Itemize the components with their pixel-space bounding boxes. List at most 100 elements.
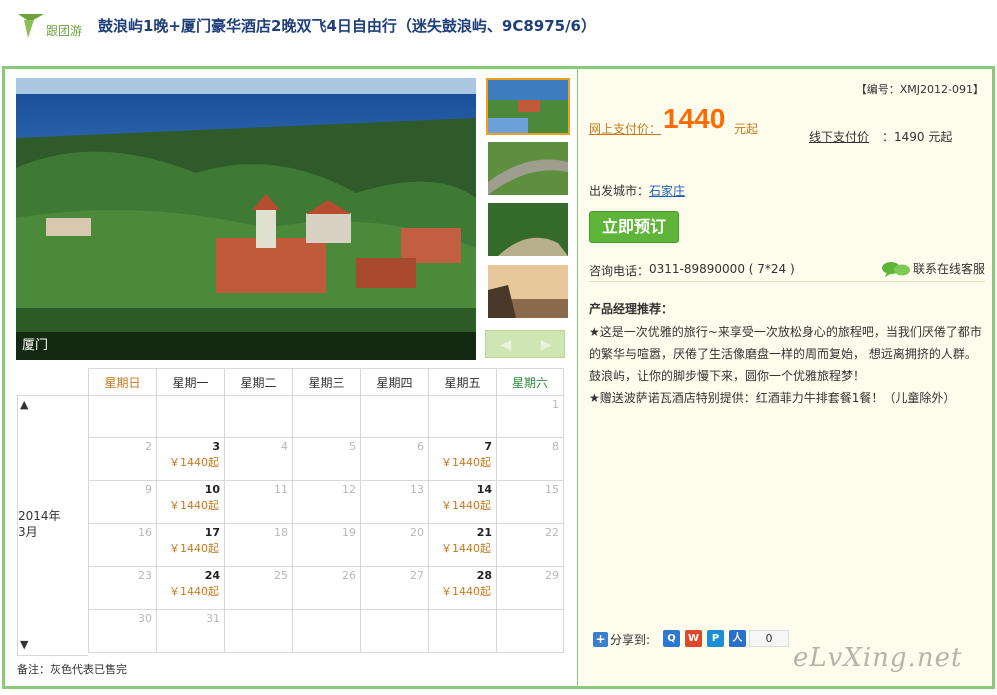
calendar-day-number: 24 <box>204 569 220 582</box>
renren-share-icon[interactable]: 人 <box>729 630 746 647</box>
calendar-day-cell: 13 <box>360 481 428 524</box>
weekday-mon: 星期一 <box>156 368 224 396</box>
logo-leaf-icon <box>18 14 44 38</box>
calendar-day-cell: 4 <box>224 438 292 481</box>
weibo-share-icon[interactable]: W <box>685 630 702 647</box>
share-icons: Q W P 人 <box>663 630 746 647</box>
calendar-day-cell[interactable]: 21 ￥1440起 <box>428 524 496 567</box>
calendar-day-cell: 15 <box>496 481 564 524</box>
calendar-day-number: 19 <box>342 526 356 539</box>
calendar-grid: 1 2 3 ￥1440起 4 5 6 7 ￥1440起 8 9 10 ￥1440起 11 12 13 14 ￥14… <box>88 395 565 653</box>
thumb-next-button[interactable]: ▶ <box>526 331 566 359</box>
online-price-label[interactable]: 网上支付价： <box>589 120 661 137</box>
calendar-day-number: 17 <box>204 526 220 539</box>
calendar-day-cell: 12 <box>292 481 360 524</box>
calendar-day-number: 3 <box>212 440 220 453</box>
calendar-day-cell[interactable]: 3 ￥1440起 <box>156 438 224 481</box>
calendar-day-price: ￥1440起 <box>441 456 491 469</box>
calendar-week: 9 10 ￥1440起 11 12 13 14 ￥1440起 15 <box>88 481 565 524</box>
calendar-day-cell <box>88 395 156 438</box>
calendar-day-cell <box>292 395 360 438</box>
thumbnail-4[interactable] <box>486 263 570 320</box>
thumbnail-4-image <box>488 265 568 318</box>
phone-number: 0311-89890000 ( 7*24 ) <box>649 262 795 276</box>
plus-icon[interactable]: + <box>593 632 608 647</box>
weekday-thu: 星期四 <box>360 368 428 396</box>
calendar-week: 30 31 <box>88 610 565 653</box>
recommend-line-1: ★这是一次优雅的旅行~来享受一次放松身心的旅程吧，当我们厌倦了都市的繁华与喧嚣，… <box>589 325 982 383</box>
logo[interactable]: 跟团游 <box>14 10 94 44</box>
calendar-day-number: 13 <box>410 483 424 496</box>
calendar-day-number: 6 <box>417 440 424 453</box>
calendar-day-cell <box>292 610 360 653</box>
manager-recommend-text: ★这是一次优雅的旅行~来享受一次放松身心的旅程吧，当我们厌倦了都市的繁华与喧嚣，… <box>589 321 985 409</box>
calendar-week: 2 3 ￥1440起 4 5 6 7 ￥1440起 8 <box>88 438 565 481</box>
main-photo[interactable]: 厦门 <box>16 78 476 360</box>
calendar-day-number: 16 <box>138 526 152 539</box>
calendar-day-cell[interactable]: 28 ￥1440起 <box>428 567 496 610</box>
header: 跟团游 鼓浪屿1晚+厦门豪华酒店2晚双飞4日自由行（迷失鼓浪屿、9C8975/6… <box>0 0 997 66</box>
weekday-fri: 星期五 <box>428 368 496 396</box>
calendar-day-number: 22 <box>545 526 559 539</box>
calendar-day-number: 18 <box>274 526 288 539</box>
calendar-day-cell[interactable]: 14 ￥1440起 <box>428 481 496 524</box>
calendar-day-cell: 6 <box>360 438 428 481</box>
calendar-month-nav: ▲ 2014年 3月 ▼ <box>17 395 88 656</box>
calendar-day-cell: 16 <box>88 524 156 567</box>
photo-caption: 厦门 <box>16 332 476 360</box>
thumb-prev-button[interactable]: ◀ <box>486 331 526 359</box>
calendar-day-cell[interactable]: 10 ￥1440起 <box>156 481 224 524</box>
calendar-week: 23 24 ￥1440起 25 26 27 28 ￥1440起 29 <box>88 567 565 610</box>
share-label: 分享到: <box>610 633 651 647</box>
thumbnail-1-image <box>488 80 568 133</box>
calendar-day-number: 8 <box>552 440 559 453</box>
calendar-day-cell: 5 <box>292 438 360 481</box>
weekday-tue: 星期二 <box>224 368 292 396</box>
month-next-button[interactable]: ▼ <box>20 638 28 651</box>
price-calendar: ▲ 2014年 3月 ▼ 星期日 星期一 星期二 星期三 星期四 星期五 星期六… <box>17 368 566 656</box>
phone-label: 咨询电话： <box>589 264 650 278</box>
offline-price-label[interactable]: 线下支付价 <box>809 128 869 145</box>
main-photo-image <box>16 78 476 360</box>
calendar-day-cell: 11 <box>224 481 292 524</box>
calendar-day-cell: 2 <box>88 438 156 481</box>
calendar-day-number: 2 <box>145 440 152 453</box>
online-service-label: 联系在线客服 <box>913 262 986 276</box>
departure-city-link[interactable]: 石家庄 <box>649 182 685 199</box>
calendar-day-number: 5 <box>349 440 356 453</box>
calendar-year: 2014年 <box>18 509 61 523</box>
calendar-day-cell[interactable]: 17 ￥1440起 <box>156 524 224 567</box>
calendar-day-cell[interactable]: 7 ￥1440起 <box>428 438 496 481</box>
calendar-day-price: ￥1440起 <box>441 542 491 555</box>
thumbnail-3[interactable] <box>486 201 570 258</box>
calendar-day-number: 14 <box>476 483 492 496</box>
thumbnail-3-image <box>488 203 568 256</box>
calendar-day-cell: 26 <box>292 567 360 610</box>
thumbnail-2[interactable] <box>486 140 570 197</box>
month-prev-button[interactable]: ▲ <box>20 398 28 411</box>
info-panel: 【编号：XMJ2012-091】 网上支付价： 1440 元起 线下支付价 ：1… <box>579 69 992 686</box>
calendar-day-price: ￥1440起 <box>169 456 219 469</box>
tqq-share-icon[interactable]: P <box>707 630 724 647</box>
calendar-day-number: 4 <box>281 440 288 453</box>
online-service-link[interactable]: 联系在线客服 <box>881 260 985 277</box>
book-now-button[interactable]: 立即预订 <box>589 211 679 243</box>
thumbnail-nav: ◀ ▶ <box>485 330 565 358</box>
calendar-day-number: 28 <box>476 569 492 582</box>
calendar-day-cell: 30 <box>88 610 156 653</box>
calendar-day-number: 21 <box>476 526 492 539</box>
calendar-week: 1 <box>88 395 565 438</box>
online-price-unit: 元起 <box>734 122 759 136</box>
calendar-day-cell <box>224 395 292 438</box>
calendar-day-cell: 27 <box>360 567 428 610</box>
calendar-day-cell[interactable]: 24 ￥1440起 <box>156 567 224 610</box>
thumbnail-2-image <box>488 142 568 195</box>
calendar-day-number: 26 <box>342 569 356 582</box>
calendar-day-number: 10 <box>204 483 220 496</box>
thumbnail-1[interactable] <box>486 78 570 135</box>
product-panel: 厦门 ◀ ▶ ▲ 2014年 3月 ▼ 星期日 星期一 星期二 星期三 星期四 … <box>2 66 995 689</box>
calendar-day-number: 23 <box>138 569 152 582</box>
calendar-day-cell: 20 <box>360 524 428 567</box>
calendar-day-cell <box>428 395 496 438</box>
qzone-share-icon[interactable]: Q <box>663 630 680 647</box>
